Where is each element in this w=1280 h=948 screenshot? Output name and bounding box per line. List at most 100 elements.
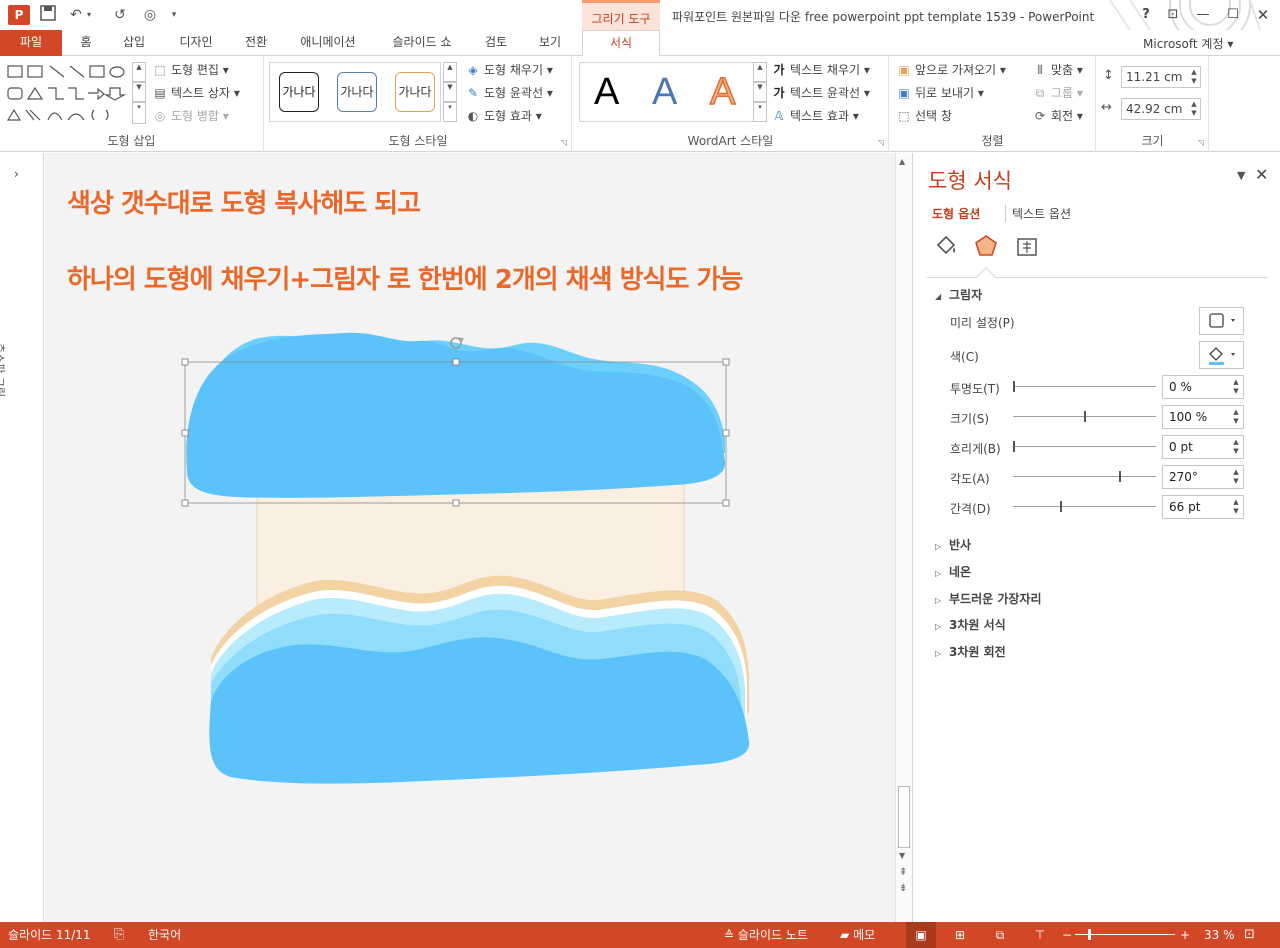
vertical-scrollbar[interactable]: ▲ ▼ ⇞ ⇟ — [895, 153, 912, 922]
shadow-size-input[interactable]: 100 % ▲ ▼ — [1162, 405, 1244, 429]
tab-format[interactable]: 서식 — [582, 30, 660, 57]
tab-transitions[interactable]: 전환 — [234, 30, 278, 56]
styles-gallery-up-icon[interactable]: ▲ — [443, 62, 457, 82]
shadow-distance-knob[interactable] — [1059, 501, 1062, 512]
language-indicator[interactable]: 한국어 — [148, 922, 181, 948]
rotate-button[interactable]: ⟳ 회전 ▾ — [1032, 106, 1083, 126]
wordart-launcher-icon[interactable]: ◹ — [878, 138, 884, 147]
text-effects-button[interactable]: 𝔸 텍스트 효과 ▾ — [771, 106, 859, 126]
spelling-icon[interactable]: ⎘ — [114, 922, 124, 948]
shadow-distance-input[interactable]: 66 pt ▲ ▼ — [1162, 495, 1244, 519]
zoom-slider[interactable] — [1075, 929, 1175, 940]
customize-icon[interactable]: ▾ — [164, 5, 184, 25]
normal-view-icon[interactable]: ▣ — [906, 922, 936, 948]
shape-style-2[interactable]: 가나다 — [337, 72, 377, 112]
zoom-in-icon[interactable]: + — [1180, 922, 1190, 948]
slide-text-line-1[interactable]: 색상 갯수대로 도형 복사해도 되고 — [67, 183, 421, 220]
restore-icon[interactable]: ☐ — [1222, 5, 1244, 25]
3d-format-section-header[interactable]: ▷ 3차원 서식 — [935, 616, 1006, 633]
close-icon[interactable]: ✕ — [1252, 5, 1274, 25]
align-button[interactable]: ⫴ 맞춤 ▾ — [1032, 60, 1082, 80]
comments-button[interactable]: ▰ 메모 — [840, 922, 875, 948]
wordart-gallery-up-icon[interactable]: ▲ — [753, 62, 767, 82]
zoom-out-icon[interactable]: − — [1062, 922, 1072, 948]
tab-home[interactable]: 홈 — [72, 30, 100, 56]
glow-section-header[interactable]: ▷ 네온 — [935, 563, 971, 580]
shadow-transparency-knob[interactable] — [1013, 381, 1015, 392]
shapes-gallery[interactable] — [6, 62, 130, 124]
scroll-down-icon[interactable]: ▼ — [899, 851, 905, 860]
wordart-style-blue[interactable]: A — [652, 71, 677, 114]
account-label[interactable]: Microsoft 계정 ▾ — [1143, 35, 1233, 52]
group-button[interactable]: ⧉ 그룹 ▾ — [1032, 83, 1083, 103]
shape-fill-button[interactable]: ◈ 도형 채우기 ▾ — [465, 60, 552, 80]
zoom-slider-knob[interactable] — [1088, 929, 1091, 940]
shadow-size-knob[interactable] — [1083, 411, 1086, 422]
size-launcher-icon[interactable]: ◹ — [1198, 138, 1204, 147]
slide-sorter-view-icon[interactable]: ⊞ — [950, 922, 970, 948]
slideshow-view-icon[interactable]: ⊤ — [1030, 922, 1050, 948]
redo-icon[interactable]: ↺ — [110, 5, 130, 25]
save-icon[interactable] — [38, 5, 58, 25]
3d-rotation-section-header[interactable]: ▷ 3차원 회전 — [935, 643, 1006, 660]
styles-gallery-more-icon[interactable]: ▾ — [443, 102, 457, 122]
tab-design[interactable]: 디자인 — [168, 30, 224, 56]
wordart-gallery-more-icon[interactable]: ▾ — [753, 102, 767, 122]
shadow-angle-input[interactable]: 270° ▲ ▼ — [1162, 465, 1244, 489]
shadow-angle-slider[interactable] — [1013, 471, 1156, 482]
previous-slide-icon[interactable]: ⇞ — [899, 867, 907, 878]
thumbnails-label[interactable]: 축소판 그림 — [0, 343, 8, 397]
present-icon[interactable]: ◎ — [140, 5, 160, 25]
wordart-gallery-down-icon[interactable]: ▼ — [753, 82, 767, 102]
undo-dropdown-icon[interactable]: ▾ — [84, 5, 94, 25]
undo-icon[interactable]: ↶ — [66, 5, 86, 25]
wave-blue-layer[interactable] — [209, 637, 750, 784]
scroll-up-icon[interactable]: ▲ — [899, 157, 905, 166]
tab-review[interactable]: 검토 — [476, 30, 516, 56]
shadow-color-dropdown[interactable] — [1199, 341, 1244, 369]
shapes-gallery-more-icon[interactable]: ▾ — [132, 102, 146, 124]
shape-style-3[interactable]: 가나다 — [395, 72, 435, 112]
tab-insert[interactable]: 삽입 — [112, 30, 156, 56]
tab-slideshow[interactable]: 슬라이드 쇼 — [378, 30, 466, 56]
wordart-gallery[interactable]: A A A — [579, 62, 759, 122]
reflection-section-header[interactable]: ▷ 반사 — [935, 536, 971, 553]
shapes-gallery-down-icon[interactable]: ▼ — [132, 82, 146, 102]
styles-gallery-down-icon[interactable]: ▼ — [443, 82, 457, 102]
edit-shape-button[interactable]: ⬚ 도형 편집 ▾ — [152, 60, 229, 80]
shadow-blur-slider[interactable] — [1013, 441, 1156, 452]
ribbon-display-icon[interactable]: ⊡ — [1162, 5, 1184, 25]
text-fill-button[interactable]: 가 텍스트 채우기 ▾ — [771, 60, 869, 80]
send-backward-button[interactable]: ▣ 뒤로 보내기 ▾ — [896, 83, 984, 103]
shadow-transparency-input[interactable]: 0 % ▲ ▼ — [1162, 375, 1244, 399]
shadow-size-slider[interactable] — [1013, 411, 1156, 422]
text-outline-button[interactable]: 가 텍스트 윤곽선 ▾ — [771, 83, 869, 103]
slide-editing-area[interactable]: 색상 갯수대로 도형 복사해도 되고 하나의 도형에 채우기+그림자 로 한번에… — [45, 153, 895, 922]
effects-icon[interactable] — [972, 233, 1000, 261]
dialog-launcher-icon[interactable]: ◹ — [561, 138, 567, 147]
shape-effects-button[interactable]: ◐ 도형 효과 ▾ — [465, 106, 542, 126]
shapes-gallery-up-icon[interactable]: ▲ — [132, 62, 146, 82]
tab-view[interactable]: 보기 — [528, 30, 572, 56]
reading-view-icon[interactable]: ⧉ — [990, 922, 1010, 948]
notes-button[interactable]: ≙ 슬라이드 노트 — [724, 922, 808, 948]
bring-forward-button[interactable]: ▣ 앞으로 가져오기 ▾ — [896, 60, 1006, 80]
tab-text-options[interactable]: 텍스트 옵션 — [1005, 205, 1071, 222]
slide-text-line-2[interactable]: 하나의 도형에 채우기+그림자 로 한번에 2개의 채색 방식도 가능 — [67, 259, 743, 296]
shape-width-input[interactable]: 42.92 cm ▲ ▼ — [1121, 98, 1201, 120]
chevron-right-icon[interactable]: › — [14, 167, 19, 181]
selection-pane-button[interactable]: ⬚ 선택 창 — [896, 106, 952, 126]
shadow-distance-slider[interactable] — [1013, 501, 1156, 512]
minimize-icon[interactable]: — — [1192, 5, 1214, 25]
help-button[interactable]: ? — [1135, 5, 1157, 25]
soft-edges-section-header[interactable]: ▷ 부드러운 가장자리 — [935, 590, 1042, 607]
fill-line-icon[interactable] — [931, 233, 959, 261]
scrollbar-thumb[interactable] — [898, 786, 910, 848]
shadow-transparency-slider[interactable] — [1013, 381, 1156, 392]
shape-outline-button[interactable]: ✎ 도형 윤곽선 ▾ — [465, 83, 553, 103]
shape-style-1[interactable]: 가나다 — [279, 72, 319, 112]
shadow-blur-input[interactable]: 0 pt ▲ ▼ — [1162, 435, 1244, 459]
zoom-level[interactable]: 33 % — [1204, 922, 1235, 948]
tab-file[interactable]: 파일 — [0, 30, 62, 56]
shadow-blur-knob[interactable] — [1013, 441, 1015, 452]
